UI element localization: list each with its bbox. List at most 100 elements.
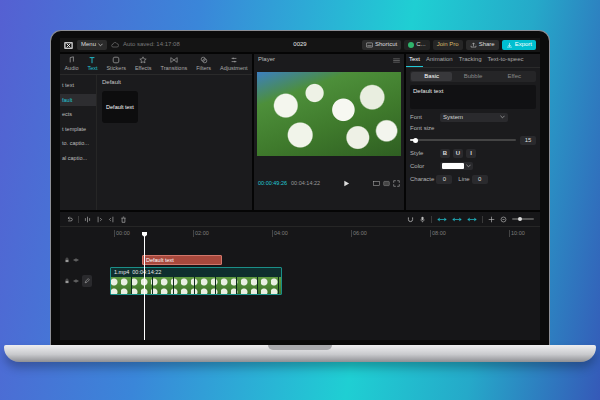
export-button[interactable]: Export <box>502 40 536 49</box>
split-right-icon[interactable] <box>108 216 115 223</box>
capcut-logo-icon <box>64 41 73 50</box>
share-label: Share <box>479 41 495 48</box>
sidebar-item[interactable]: fault <box>60 94 96 107</box>
lock-icon[interactable] <box>64 257 70 263</box>
color-label: Color <box>410 163 436 170</box>
lock-icon[interactable] <box>64 278 70 284</box>
timeline-main: 00:0002:0004:0006:0008:0010:00 Default te… <box>60 227 540 340</box>
current-time: 00:00:49:26 <box>258 180 287 187</box>
style-button[interactable]: I <box>466 149 476 158</box>
zoom-slider[interactable] <box>512 218 534 220</box>
style-button[interactable]: U <box>453 149 463 158</box>
frame-icon[interactable] <box>373 180 380 187</box>
sidebar-item[interactable]: ects <box>60 108 96 121</box>
inspector-tab[interactable]: Text <box>406 54 423 67</box>
timeline-toolbar <box>60 212 540 227</box>
text-sidebar: t text faultects t templateto. captio... al… <box>60 75 97 210</box>
inspector-tab[interactable]: Tracking <box>456 54 485 67</box>
cloud-icon <box>111 42 119 48</box>
sidebar-item[interactable]: t template <box>60 123 96 136</box>
fullscreen-icon[interactable] <box>393 180 400 187</box>
track-headers <box>60 227 110 340</box>
autosave-status: Auto saved: 14:17:08 <box>123 41 180 48</box>
magnet-icon[interactable] <box>407 216 414 223</box>
audio-note-icon <box>67 56 75 64</box>
separator <box>78 216 79 223</box>
user-button[interactable]: C... <box>404 40 429 49</box>
inspector-tab[interactable]: Text-to-speec <box>485 54 527 67</box>
microphone-icon[interactable] <box>419 216 426 223</box>
play-icon[interactable] <box>343 180 350 187</box>
inspector-tab[interactable]: Animation <box>423 54 456 67</box>
text-preset-card[interactable]: Default text <box>102 91 138 123</box>
media-tab-label: Text <box>87 65 97 72</box>
timeline: 00:0002:0004:0006:0008:0010:00 Default te… <box>60 212 540 340</box>
slider-knob[interactable] <box>413 138 418 143</box>
laptop-base <box>4 345 596 362</box>
user-name: C... <box>416 41 425 48</box>
video-thumbnails <box>111 277 281 294</box>
media-panel: Audio Text StickersEffects Transitions Filte… <box>60 54 252 210</box>
split-view-icon[interactable] <box>488 216 495 223</box>
sticker-icon <box>112 56 120 64</box>
media-tab[interactable]: Adjustment <box>216 54 252 74</box>
media-tab[interactable]: Stickers <box>102 54 130 74</box>
video-clip[interactable]: 1.mp400:04:14:22 <box>110 267 282 295</box>
track-area: 00:0002:0004:0006:0008:0010:00 Default te… <box>110 227 540 340</box>
split-left-icon[interactable] <box>96 216 103 223</box>
style-button[interactable]: B <box>440 149 450 158</box>
media-tab[interactable]: Filters <box>192 54 216 74</box>
undo-icon[interactable] <box>66 216 73 223</box>
sub-tab[interactable]: Effec <box>494 72 535 81</box>
playhead[interactable] <box>144 233 145 340</box>
cover-button[interactable] <box>82 275 92 287</box>
delete-icon[interactable] <box>120 216 127 223</box>
color-picker[interactable] <box>440 162 473 170</box>
sub-tab[interactable]: Basic <box>411 72 452 81</box>
hamburger-icon[interactable] <box>393 58 400 63</box>
effects-star-icon <box>139 56 147 64</box>
media-tab[interactable]: Transitions <box>156 54 192 74</box>
zoom-out-icon[interactable] <box>500 216 507 223</box>
zoom-knob[interactable] <box>518 217 522 221</box>
duration: 00:04:14:22 <box>291 180 320 187</box>
top-bar-right: Shortcut C... Join Pro Share Export <box>307 40 536 49</box>
project-name[interactable]: 0029 <box>293 41 306 48</box>
sidebar-item[interactable]: to. captio... <box>60 137 96 150</box>
sidebar-item[interactable]: al captio... <box>60 152 96 165</box>
spacing-value[interactable]: 0 <box>472 175 488 184</box>
text-clip[interactable]: Default text <box>142 255 222 265</box>
sub-tab[interactable]: Bubble <box>452 72 493 81</box>
menu-button[interactable]: Menu <box>77 40 107 49</box>
font-size-value[interactable]: 15 <box>520 136 536 145</box>
preview-axis-icon[interactable] <box>467 216 477 223</box>
media-tab[interactable]: Text <box>83 54 102 74</box>
playhead-handle[interactable] <box>142 232 147 237</box>
video-track-header <box>60 267 110 295</box>
video-clip-name: 1.mp4 <box>114 269 129 276</box>
media-tab-label: Transitions <box>161 65 188 72</box>
time-ruler: 00:0002:0004:0006:0008:0010:00 <box>110 227 540 237</box>
share-icon <box>470 42 477 48</box>
filters-icon <box>200 56 208 64</box>
text-input[interactable]: Default text <box>410 85 536 109</box>
shortcut-button[interactable]: Shortcut <box>362 40 401 49</box>
snap-link-icon[interactable] <box>452 216 462 223</box>
main-track-link-icon[interactable] <box>437 216 447 223</box>
separator <box>431 216 432 223</box>
sidebar-item[interactable]: t text <box>60 79 96 92</box>
eye-icon[interactable] <box>73 257 79 263</box>
join-pro-button[interactable]: Join Pro <box>433 40 463 49</box>
eye-icon[interactable] <box>73 278 79 284</box>
split-icon[interactable] <box>84 216 91 223</box>
media-tab[interactable]: Audio <box>60 54 83 74</box>
media-tab[interactable]: Effects <box>130 54 156 74</box>
separator <box>482 216 483 223</box>
spacing-value[interactable]: 0 <box>436 175 452 184</box>
font-select[interactable]: System <box>440 113 508 122</box>
color-row: Color <box>410 161 536 171</box>
share-button[interactable]: Share <box>466 40 499 49</box>
transitions-icon <box>170 56 178 64</box>
font-size-slider[interactable] <box>410 139 516 141</box>
ratio-icon[interactable] <box>383 180 390 187</box>
